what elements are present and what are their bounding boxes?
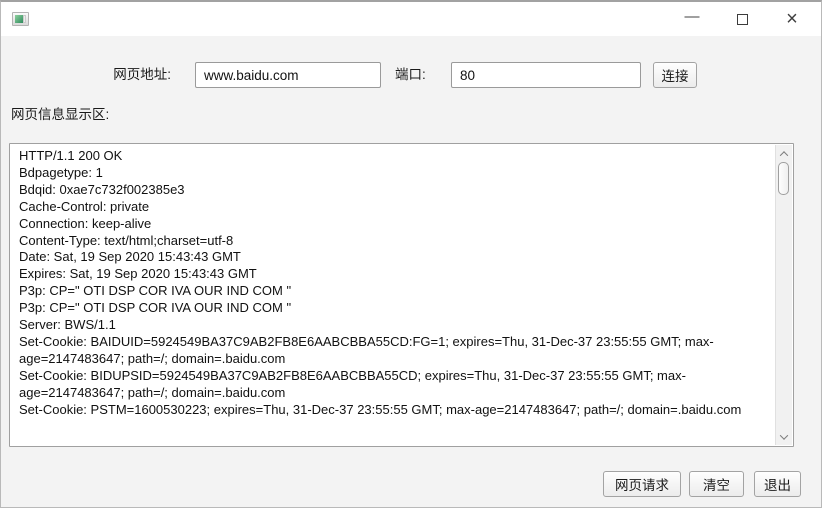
app-icon-green-pane xyxy=(15,15,23,23)
scrollbar-thumb[interactable] xyxy=(778,162,789,195)
maximize-box xyxy=(736,13,748,25)
chevron-down-icon xyxy=(779,430,789,440)
address-input[interactable] xyxy=(195,62,381,88)
titlebar: — × xyxy=(1,2,821,36)
web-request-button[interactable]: 网页请求 xyxy=(603,471,681,497)
window-controls: — × xyxy=(667,2,817,36)
app-icon xyxy=(12,12,29,26)
chevron-up-icon xyxy=(779,150,789,160)
clear-button[interactable]: 清空 xyxy=(689,471,744,497)
response-text: HTTP/1.1 200 OK Bdpagetype: 1 Bdqid: 0xa… xyxy=(19,148,742,417)
address-label: 网页地址: xyxy=(113,67,171,82)
maximize-icon[interactable] xyxy=(717,2,767,36)
client-area: 网页地址: 端口: 连接 网页信息显示区: HTTP/1.1 200 OK Bd… xyxy=(1,36,821,508)
minimize-icon[interactable]: — xyxy=(667,2,717,36)
port-input[interactable] xyxy=(451,62,641,88)
response-display[interactable]: HTTP/1.1 200 OK Bdpagetype: 1 Bdqid: 0xa… xyxy=(9,143,794,447)
scroll-down-button[interactable] xyxy=(776,429,792,444)
app-icon-light-pane xyxy=(23,15,26,23)
app-window: — × 网页地址: 端口: 连接 网页信息显示区: HTTP/1.1 200 O… xyxy=(0,0,822,508)
display-area-label: 网页信息显示区: xyxy=(11,107,110,122)
vertical-scrollbar[interactable] xyxy=(775,145,792,445)
close-icon[interactable]: × xyxy=(767,2,817,36)
connect-button[interactable]: 连接 xyxy=(653,62,697,88)
port-label: 端口: xyxy=(395,67,426,82)
exit-button[interactable]: 退出 xyxy=(754,471,801,497)
scroll-up-button[interactable] xyxy=(776,146,792,161)
